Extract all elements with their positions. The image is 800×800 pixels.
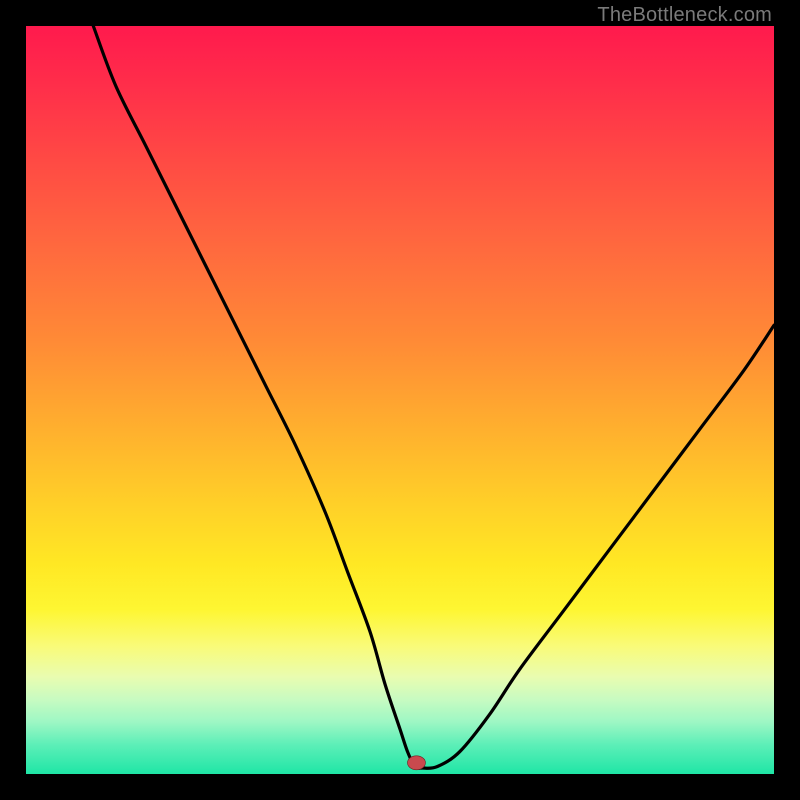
attribution-text: TheBottleneck.com: [597, 4, 772, 27]
bottleneck-curve: [26, 26, 774, 774]
chart-frame: TheBottleneck.com: [0, 0, 800, 800]
plot-area: [26, 26, 774, 774]
optimum-marker: [407, 756, 425, 770]
